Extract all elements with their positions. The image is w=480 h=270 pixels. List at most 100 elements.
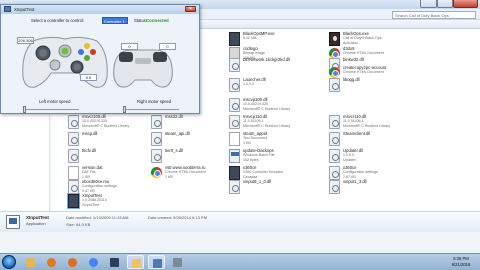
left-motor-slider[interactable]	[23, 106, 79, 113]
clock[interactable]: 6:38 PM 9/21/2016	[446, 256, 476, 268]
search-input-placeholder: Search Call of Duty Black Ops	[395, 13, 449, 18]
file-gear-icon	[329, 180, 340, 194]
taskbar-button[interactable]	[127, 255, 144, 269]
details-file-type: Application	[26, 221, 46, 226]
taskbar: 6:38 PM 9/21/2016	[0, 253, 480, 270]
file-detail: Microsoft® C Runtime Library	[243, 124, 291, 128]
file-detail: Microsoft® C Runtime Library	[343, 124, 391, 128]
file-detail: Activision	[343, 41, 359, 45]
file-detail: 11.0.51106.1	[343, 119, 364, 123]
maximize-button[interactable]	[437, 0, 453, 8]
file-app-icon	[67, 193, 80, 209]
file-name: steam_api.dll	[165, 131, 190, 136]
start-button[interactable]	[2, 255, 16, 269]
file-chrome-icon	[329, 67, 340, 78]
file-item[interactable]: mss32.dll	[151, 114, 241, 132]
search-input[interactable]: Search Call of Duty Black Ops	[392, 11, 476, 19]
chrome-icon	[89, 258, 98, 267]
file-item[interactable]: steam_api.dll	[151, 131, 241, 149]
file-detail: Updater	[343, 158, 356, 162]
file-item[interactable]: msvcr100.dll 10.0.40219.325 Microsoft® C R…	[68, 114, 158, 132]
controller-select[interactable]: Controller 1	[102, 17, 128, 24]
media-player-icon	[47, 258, 56, 267]
file-item[interactable]: Steamclient.dll	[329, 131, 419, 149]
taskbar-button[interactable]	[43, 255, 60, 269]
file-gear-icon	[329, 166, 340, 180]
file-item[interactable]: update-blackops Windows Batch File 152 byt…	[229, 148, 319, 166]
right-motor-label: Right motor speed	[137, 99, 172, 104]
file-item[interactable]: DDNetwork.1kckgr2kd.dll	[229, 57, 319, 75]
clock-date: 9/21/2016	[451, 262, 471, 267]
dialog-close-button[interactable]: ×	[185, 6, 196, 12]
file-gear-icon	[229, 115, 240, 129]
file-detail: Microsoft® C Runtime Library	[243, 107, 291, 111]
file-item[interactable]: vstr.www.noobterra.ru Chrome HTML Documen…	[151, 165, 241, 183]
file-item[interactable]: tier0_s.dll	[151, 148, 241, 166]
file-chrome-icon	[151, 167, 162, 178]
firefox-icon	[68, 258, 77, 267]
file-item[interactable]: Launcher.dll 1.0.0.0	[229, 77, 319, 95]
file-gear-icon	[329, 149, 340, 163]
file-item[interactable]: msvcr110.dll 11.0.51106.1 Microsoft® C Run…	[329, 114, 419, 132]
right-motor-slider-track	[123, 109, 179, 110]
file-gear-icon	[151, 115, 162, 129]
left-motor-slider-track	[23, 109, 79, 110]
minimize-button[interactable]	[420, 0, 437, 8]
xinputtest-icon	[153, 259, 162, 268]
file-name: binkw32.dll	[343, 57, 364, 62]
file-item[interactable]: xinput9_1_0.dll	[229, 179, 319, 197]
taskbar-button[interactable]	[169, 255, 186, 269]
file-item[interactable]: XInputTest 1.0.2086.25115 XInputTest	[67, 193, 158, 211]
file-item[interactable]: mscp.dll	[68, 131, 158, 149]
file-item[interactable]: msvcp110.dll 11.0.51106.1 Microsoft® C Run…	[229, 114, 319, 132]
file-item[interactable]: t5cfv.dll	[68, 148, 158, 166]
details-pane: XInputTest Application Date modified: 1/…	[0, 211, 480, 232]
file-item[interactable]: xinput1_3.dll	[329, 179, 419, 197]
file-detail: 10.0.40219.325	[243, 102, 268, 106]
file-item[interactable]: createcopy2pc-account Chrome HTML Documen…	[329, 65, 419, 83]
taskbar-button[interactable]	[148, 255, 165, 269]
file-gear-icon	[229, 78, 240, 92]
file-gear-icon	[229, 180, 240, 194]
file-gear-icon	[229, 98, 240, 112]
taskbar-button[interactable]	[64, 255, 81, 269]
steam-icon	[110, 258, 119, 267]
close-button[interactable]	[453, 0, 478, 8]
status-bar	[0, 232, 480, 253]
file-app-icon	[229, 166, 240, 180]
file-name: tier0_s.dll	[165, 148, 183, 153]
file-bat-icon	[229, 149, 240, 163]
file-gear-icon	[329, 115, 340, 129]
controller-select-label: Select a controller to control:	[31, 18, 85, 23]
file-detail: 10.0.40219.325	[82, 119, 107, 123]
status-value: Connected	[146, 18, 169, 23]
left-motor-slider-thumb[interactable]	[23, 106, 26, 113]
file-detail: 1.0.0.0	[343, 153, 354, 157]
file-detail: DAT File	[82, 170, 96, 174]
file-detail: Microsoft® C Runtime Library	[82, 124, 130, 128]
file-gear-icon	[68, 115, 79, 129]
file-name: mscp.dll	[82, 131, 98, 136]
file-app-icon	[229, 32, 240, 46]
left-motor-label: Left motor speed	[39, 99, 71, 104]
file-item[interactable]: mscvp100.dll 10.0.40219.325 Microsoft® C R…	[229, 97, 319, 115]
right-stick-value: 0.0	[80, 74, 97, 81]
file-item[interactable]: steam_appid Text Document 1 KB	[229, 131, 319, 149]
app-icon	[173, 258, 182, 267]
details-date-created: Date created: 9/29/2014 9:13 PM	[148, 215, 207, 220]
taskbar-button[interactable]	[106, 255, 123, 269]
taskbar-button[interactable]	[22, 255, 39, 269]
taskbar-button[interactable]	[85, 255, 102, 269]
file-detail: XInputTest	[82, 203, 99, 207]
right-motor-slider[interactable]	[123, 106, 179, 113]
right-motor-slider-thumb[interactable]	[123, 106, 126, 113]
details-size: Size: 64.0 KB	[66, 222, 91, 227]
file-name: mss32.dll	[165, 114, 183, 119]
dialog-title-bar[interactable]: XInputTest ×	[1, 5, 199, 14]
file-item[interactable]: Updater.dll 1.0.0.0 Updater	[329, 148, 419, 166]
file-detail: X360 Controller Emulator	[243, 170, 284, 174]
file-detail: Chrome HTML Document	[343, 51, 384, 55]
file-detail: Configuration settings	[343, 170, 378, 174]
dialog-app-icon	[4, 6, 11, 12]
controller-top-image	[113, 49, 173, 88]
